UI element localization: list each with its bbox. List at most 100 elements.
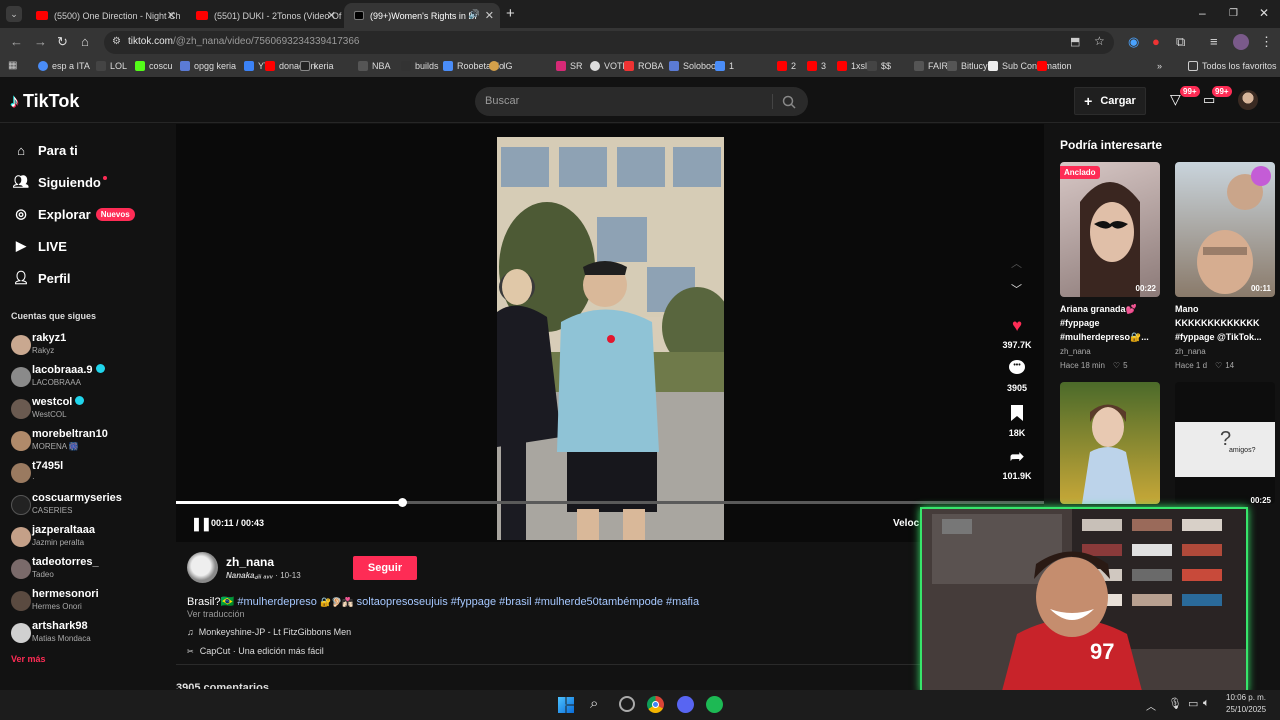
followed-account[interactable]: t7495l ·: [11, 460, 161, 490]
bookmark-item[interactable]: NBA: [358, 61, 391, 71]
followed-account[interactable]: lacobraaa.9 LACOBRAAA: [11, 364, 161, 394]
browser-tab[interactable]: (5501) DUKI - 2Tonos (Video Of ✕: [186, 3, 342, 28]
back-icon[interactable]: ←: [10, 34, 23, 49]
browser-tab-active[interactable]: (99+)Women's Rights in Br 🔊 ✕: [344, 3, 500, 28]
hashtag-link[interactable]: soltaopresoseujuis #fyppage #brasil #mul…: [357, 596, 699, 608]
new-tab-button[interactable]: +: [506, 5, 515, 22]
previous-video-icon[interactable]: ︿: [1011, 255, 1022, 271]
bookmarks-overflow-icon[interactable]: »: [1157, 61, 1162, 71]
see-more-link[interactable]: Ver más: [11, 654, 46, 664]
tab-search-icon[interactable]: ⌄: [6, 6, 22, 22]
tiktok-logo[interactable]: ♪ TikTok: [10, 91, 79, 112]
profile-avatar[interactable]: [1233, 34, 1249, 50]
discord-icon[interactable]: [677, 696, 694, 713]
bookmark-item[interactable]: VOTE: [590, 61, 629, 71]
comment-button[interactable]: ••• 3905: [998, 360, 1036, 393]
volume-icon[interactable]: 🔈︎: [1203, 697, 1210, 710]
bookmark-item[interactable]: [1037, 61, 1051, 71]
clock-time[interactable]: 10:06 p. m.: [1226, 693, 1266, 702]
extension-icon[interactable]: ●: [1152, 34, 1160, 49]
bookmark-item[interactable]: Sub Confirmation: [988, 61, 1072, 71]
bookmark-item[interactable]: $$: [867, 61, 891, 71]
bookmark-star-icon[interactable]: ☆: [1094, 34, 1105, 48]
recommended-video[interactable]: 00:11: [1175, 162, 1275, 297]
bookmark-item[interactable]: IG: [489, 61, 513, 71]
followed-account[interactable]: westcol WestCOL: [11, 396, 161, 426]
speaker-icon[interactable]: 🔊: [469, 9, 480, 20]
bookmark-item[interactable]: esp a ITA: [38, 61, 90, 71]
restore-icon[interactable]: ❐: [1229, 8, 1238, 19]
followed-account[interactable]: rakyz1 Rakyz: [11, 332, 161, 362]
filter-icon[interactable]: ▽: [1170, 91, 1181, 108]
microphone-icon[interactable]: 🎙︎: [1168, 697, 1182, 710]
upload-button[interactable]: + Cargar: [1074, 87, 1146, 115]
bookmark-item[interactable]: 3: [807, 61, 826, 71]
nav-explorar[interactable]: ◎ Explorar Nuevos: [12, 205, 135, 223]
close-icon[interactable]: ✕: [485, 9, 494, 22]
close-icon[interactable]: ✕: [167, 9, 176, 22]
progress-handle[interactable]: [398, 498, 407, 507]
followed-account[interactable]: tadeotorres_ Tadeo: [11, 556, 161, 586]
bookmark-item[interactable]: SR: [556, 61, 583, 71]
site-info-icon[interactable]: ⚙: [112, 36, 121, 47]
windows-start-icon[interactable]: [558, 697, 574, 713]
apps-grid-icon[interactable]: ▦: [8, 60, 17, 71]
nav-siguiendo[interactable]: 👥︎ Siguiendo: [12, 173, 107, 191]
followed-account[interactable]: coscuarmyseries CASERIES: [11, 492, 161, 522]
bookmark-item[interactable]: opgg keria: [180, 61, 236, 71]
forward-icon[interactable]: →: [34, 34, 47, 49]
bookmark-item[interactable]: ROBA: [624, 61, 664, 71]
capcut-row[interactable]: ✂ CapCut · Una edición más fácil: [187, 646, 324, 656]
user-avatar[interactable]: [1238, 90, 1258, 110]
browser-tab[interactable]: (5500) One Direction - Night Ch ✕: [26, 3, 182, 28]
extensions-puzzle-icon[interactable]: ⧉: [1176, 34, 1185, 50]
like-button[interactable]: ♥ 397.7K: [998, 317, 1036, 351]
bookmark-item[interactable]: FAIR: [914, 61, 948, 71]
followed-account[interactable]: jazperaltaaa Jazmin peralta: [11, 524, 161, 554]
minimize-icon[interactable]: –: [1199, 6, 1206, 20]
pause-button[interactable]: ❚❚: [191, 516, 212, 532]
taskbar-search-icon[interactable]: ⌕: [590, 695, 598, 712]
follow-button[interactable]: Seguir: [353, 556, 417, 580]
bookmark-item[interactable]: LOL: [96, 61, 127, 71]
address-bar[interactable]: ⚙ tiktok.com/@zh_nana/video/756069323433…: [104, 31, 1114, 54]
clock-date[interactable]: 25/10/2025: [1226, 705, 1266, 714]
bookmark-item[interactable]: Bitlucy: [947, 61, 988, 71]
playback-speed-button[interactable]: Veloc: [893, 518, 919, 529]
hashtag-link[interactable]: #mulherdepreso: [237, 596, 317, 608]
recommended-author[interactable]: zh_nana: [1060, 347, 1091, 356]
followed-account[interactable]: morebeltran10 MORENA 🎆: [11, 428, 161, 458]
recommended-video[interactable]: ? amigos? 00:25: [1175, 382, 1275, 504]
search-icon[interactable]: [782, 95, 796, 109]
followed-account[interactable]: artshark98 Matias Mondaca: [11, 620, 161, 650]
share-button[interactable]: ➦ 101.9K: [998, 448, 1036, 482]
recommended-video[interactable]: Anclado 00:22: [1060, 162, 1160, 297]
bookmark-item[interactable]: keria: [300, 61, 334, 71]
reload-icon[interactable]: ↻: [57, 34, 68, 50]
author-username[interactable]: zh_nana: [226, 555, 274, 569]
see-translation-link[interactable]: Ver traducción: [187, 609, 245, 619]
music-row[interactable]: ♫ Monkeyshine-JP - Lt FitzGibbons Men: [187, 627, 351, 637]
recommended-title[interactable]: Ariana granada💕 #fyppage #mulherdepreso🔐…: [1060, 302, 1168, 344]
tray-chevron-icon[interactable]: ︿: [1146, 698, 1156, 713]
chrome-icon[interactable]: [647, 696, 664, 713]
home-icon[interactable]: ⌂: [81, 34, 89, 49]
followed-account[interactable]: hermesonori Hermes Onori: [11, 588, 161, 618]
close-window-icon[interactable]: ✕: [1259, 6, 1269, 20]
spotify-icon[interactable]: [706, 696, 723, 713]
media-controls-icon[interactable]: ≡: [1210, 34, 1218, 49]
save-button[interactable]: 18K: [998, 405, 1036, 438]
menu-icon[interactable]: ⋮: [1260, 34, 1273, 50]
nav-live[interactable]: ▶ LIVE: [12, 237, 67, 255]
nav-perfil[interactable]: 👤︎ Perfil: [12, 269, 71, 287]
recommended-title[interactable]: Mano KKKKKKKKKKKKK #fyppage @TikTok...: [1175, 302, 1280, 344]
network-icon[interactable]: ▭: [1188, 697, 1198, 710]
close-icon[interactable]: ✕: [327, 9, 336, 22]
video-frame[interactable]: [497, 137, 724, 540]
recommended-video[interactable]: [1060, 382, 1160, 504]
nav-para-ti[interactable]: ⌂ Para ti: [12, 141, 78, 159]
extension-icon[interactable]: ◉: [1128, 34, 1139, 50]
recommended-author[interactable]: zh_nana: [1175, 347, 1206, 356]
next-video-icon[interactable]: ﹀: [1011, 281, 1022, 297]
taskbar-app-icon[interactable]: [619, 696, 635, 712]
